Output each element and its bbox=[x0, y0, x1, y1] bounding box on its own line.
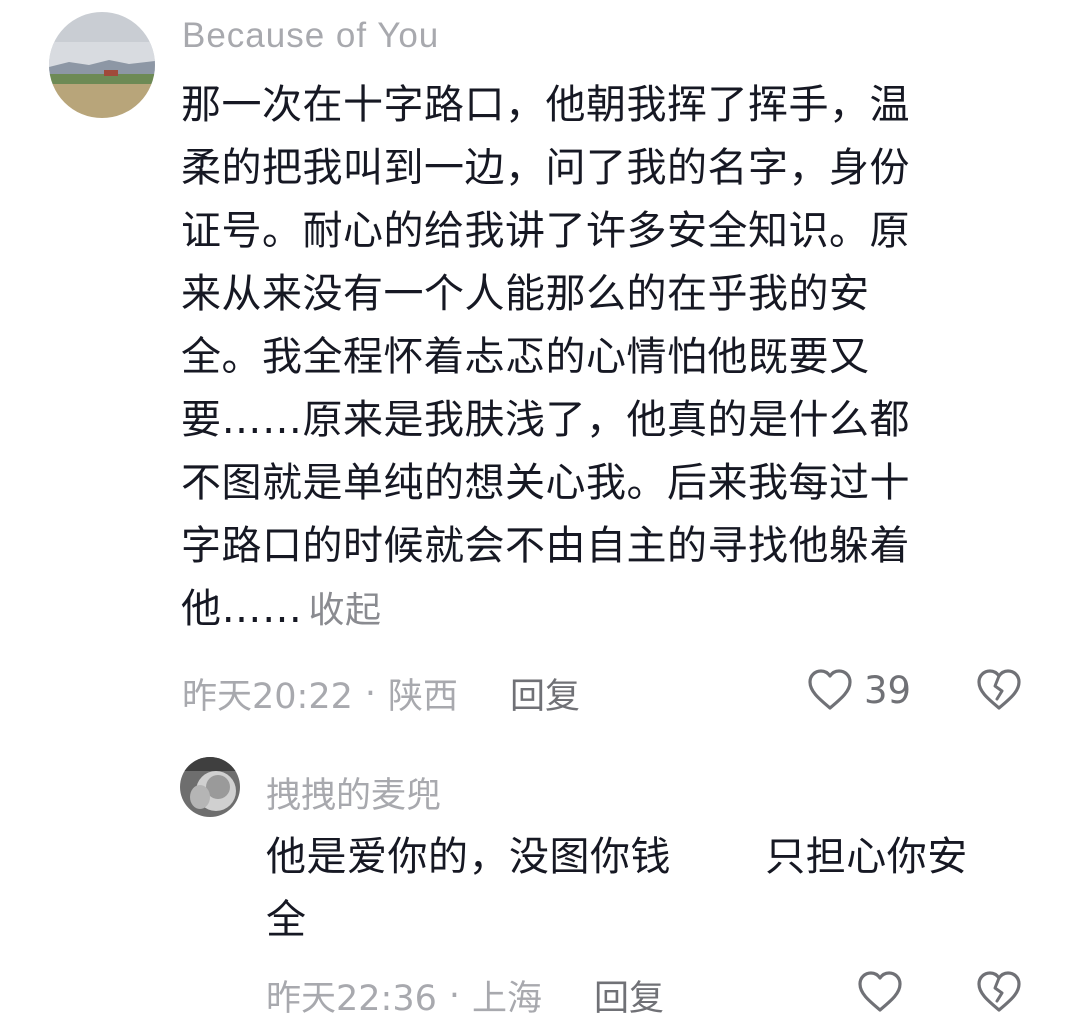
comment-location: 上海 bbox=[472, 979, 543, 1019]
comment-line: 那一次在十字路口，他朝我挥了挥手，温 bbox=[181, 82, 910, 128]
comment-text: 那一次在十字路口，他朝我挥了挥手，温 柔的把我叫到一边，问了我的名字，身份 证号… bbox=[181, 74, 1011, 642]
avatar-landscape-image bbox=[49, 12, 155, 118]
comment-line: 要……原来是我肤浅了，他真的是什么都 bbox=[181, 397, 910, 443]
comment-text: 他是爱你的，没图你钱 只担心你安 全 bbox=[266, 826, 1056, 952]
comment-meta: 昨天22:36 · 上海 回复 bbox=[266, 970, 664, 1021]
comment-time: 昨天20:22 bbox=[182, 677, 353, 717]
comment-line-last: 他…… 收起 bbox=[181, 578, 1011, 642]
like-count: 39 bbox=[864, 668, 912, 712]
collapse-button[interactable]: 收起 bbox=[309, 590, 382, 631]
dislike-button[interactable] bbox=[975, 666, 1023, 714]
avatar[interactable] bbox=[49, 12, 155, 118]
comment-line: 柔的把我叫到一边，问了我的名字，身份 bbox=[181, 145, 910, 191]
heart-outline-icon bbox=[858, 971, 902, 1012]
comment-line: 证号。耐心的给我讲了许多安全知识。原 bbox=[181, 208, 910, 254]
comment-line: 全 bbox=[266, 897, 307, 943]
meta-separator: · bbox=[364, 673, 377, 714]
comment-location: 陕西 bbox=[388, 677, 459, 717]
comment-line: 不图就是单纯的想关心我。后来我每过十 bbox=[181, 460, 910, 506]
username[interactable]: Because of You bbox=[182, 16, 439, 56]
comment-line: 他是爱你的，没图你钱 只担心你安 bbox=[266, 834, 968, 880]
like-button[interactable] bbox=[856, 968, 904, 1016]
username[interactable]: 拽拽的麦兜 bbox=[266, 767, 441, 818]
reply-button[interactable]: 回复 bbox=[594, 970, 664, 1021]
comment-meta: 昨天20:22 · 陕西 回复 bbox=[182, 668, 580, 719]
avatar[interactable] bbox=[180, 757, 240, 817]
comment-line: 全。我全程怀着忐忑的心情怕他既要又 bbox=[181, 334, 870, 380]
dislike-button[interactable] bbox=[975, 968, 1023, 1016]
avatar-photo-image bbox=[180, 757, 240, 817]
reply-button[interactable]: 回复 bbox=[510, 668, 580, 719]
meta-separator: · bbox=[448, 975, 461, 1016]
comment-line: 字路口的时候就会不由自主的寻找他躲着 bbox=[181, 523, 910, 569]
comment-time: 昨天22:36 bbox=[266, 979, 437, 1019]
heart-outline-icon bbox=[808, 669, 852, 710]
comment-line: 来从来没有一个人能那么的在乎我的安 bbox=[181, 271, 870, 317]
broken-heart-icon bbox=[977, 669, 1021, 710]
like-button[interactable]: 39 bbox=[806, 666, 911, 714]
comment-line: 他…… bbox=[181, 586, 303, 632]
broken-heart-icon bbox=[977, 971, 1021, 1012]
